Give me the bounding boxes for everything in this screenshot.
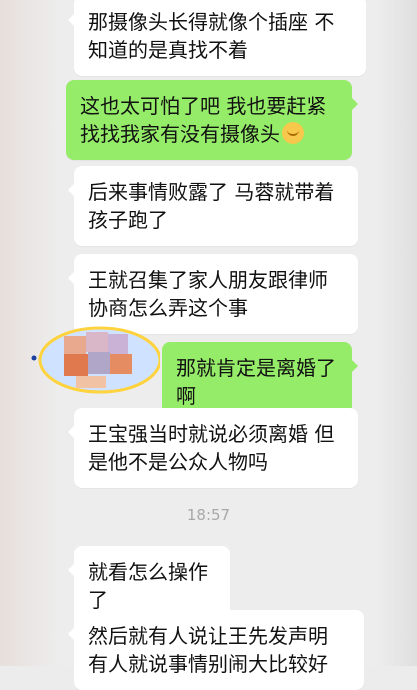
- smirk-emoji-icon: [282, 122, 304, 144]
- message-text: 后来事情败露了 马蓉就带着孩子跑了: [88, 180, 335, 232]
- message-bubble-left[interactable]: 然后就有人说让王先发声明 有人就说事情别闹大比较好: [68, 610, 364, 690]
- message-bubble-right[interactable]: 这也太可怕了吧 我也要赶紧找找我家有没有摄像头: [66, 80, 358, 160]
- message-bubble-left[interactable]: 后来事情败露了 马蓉就带着孩子跑了: [68, 166, 358, 246]
- message-text: 就看怎么操作了: [88, 560, 208, 612]
- message-bubble-left[interactable]: 那摄像头长得就像个插座 不知道的是真找不着: [68, 0, 366, 76]
- message-text: 那就肯定是离婚了啊: [176, 356, 336, 408]
- message-text: 然后就有人说让王先发声明 有人就说事情别闹大比较好: [88, 624, 328, 676]
- message-text: 王就召集了家人朋友跟律师协商怎么弄这个事: [88, 268, 328, 320]
- sticker-image[interactable]: [30, 322, 160, 394]
- right-avatar-column: [377, 0, 417, 666]
- timestamp: 18:57: [186, 506, 231, 524]
- message-text: 王宝强当时就说必须离婚 但是他不是公众人物吗: [88, 422, 335, 474]
- message-bubble-left[interactable]: 王宝强当时就说必须离婚 但是他不是公众人物吗: [68, 408, 358, 488]
- message-text: 那摄像头长得就像个插座 不知道的是真找不着: [88, 10, 335, 62]
- chat-window: 那摄像头长得就像个插座 不知道的是真找不着 这也太可怕了吧 我也要赶紧找找我家有…: [0, 0, 417, 690]
